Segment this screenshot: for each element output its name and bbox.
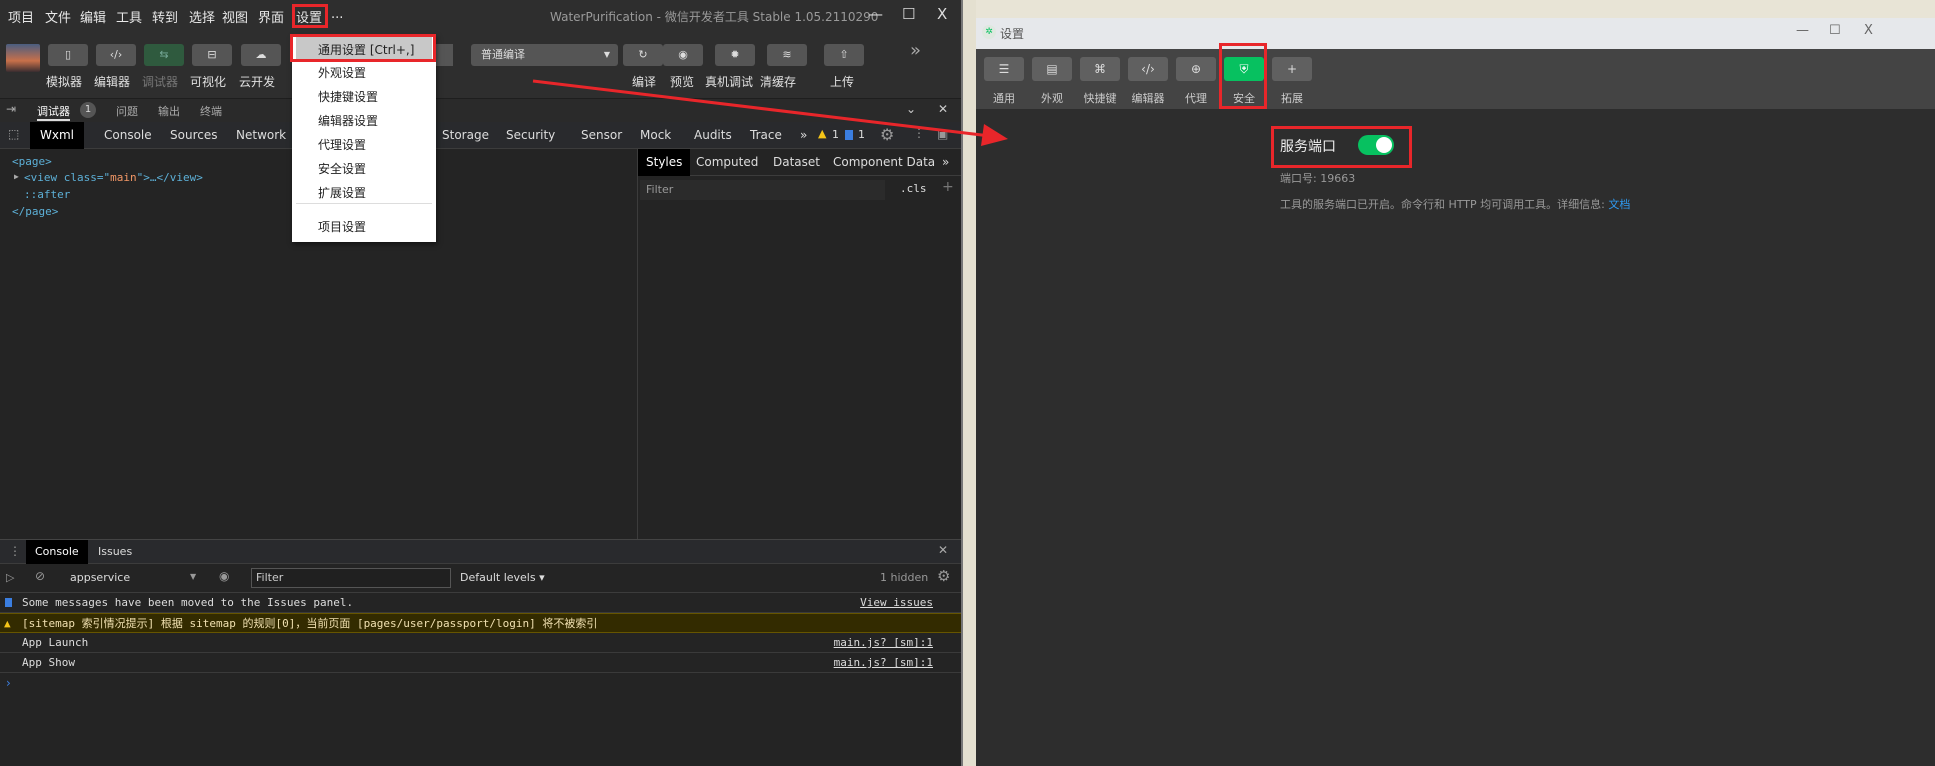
annotation-arrow xyxy=(532,79,1008,146)
